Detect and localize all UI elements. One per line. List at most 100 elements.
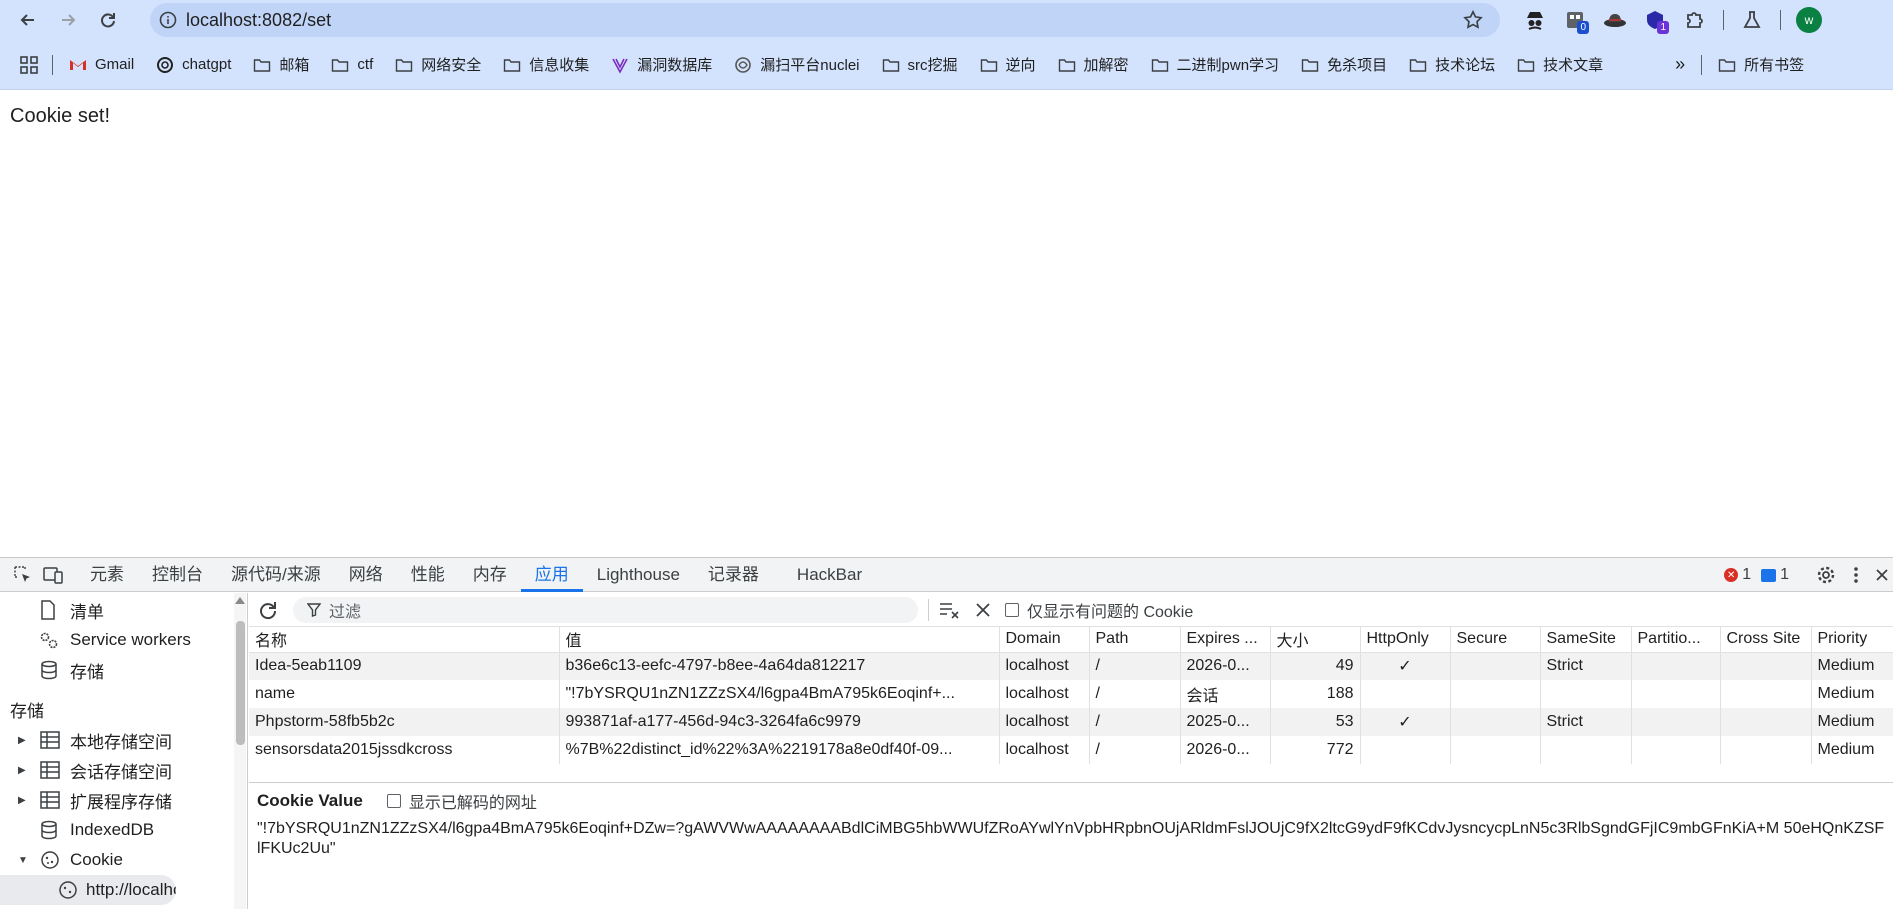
tab-memory[interactable]: 内存	[459, 558, 521, 592]
sidebar-item-session-storage[interactable]: ▶ 会话存储空间	[0, 755, 247, 785]
table-row[interactable]: Idea-5eab1109 b36e6c13-eefc-4797-b8ee-4a…	[249, 652, 1893, 680]
tab-network[interactable]: 网络	[335, 558, 397, 592]
cell-value: b36e6c13-eefc-4797-b8ee-4a64da812217	[559, 652, 1000, 680]
puzzle-icon[interactable]	[1675, 0, 1715, 40]
bookmark-vuln-db[interactable]: 漏洞数据库	[611, 54, 712, 75]
column-header-priority[interactable]: Priority	[1811, 627, 1893, 653]
detective-icon[interactable]	[1515, 0, 1555, 40]
bookmark-folder[interactable]: 加解密	[1058, 54, 1129, 75]
table-row[interactable]: Phpstorm-58fb5b2c 993871af-a177-456d-94c…	[249, 708, 1893, 736]
tab-recorder[interactable]: 记录器	[694, 558, 773, 592]
message-counter[interactable]: 1	[1761, 566, 1789, 584]
bookmark-folder[interactable]: src挖掘	[882, 54, 958, 75]
tab-application[interactable]: 应用	[520, 558, 583, 592]
scroll-up-arrow-icon[interactable]	[235, 597, 245, 604]
table-row[interactable]: sensorsdata2015jssdkcross %7B%22distinct…	[249, 736, 1893, 764]
bookmark-folder[interactable]: 邮箱	[253, 54, 309, 75]
forward-button[interactable]	[48, 0, 88, 40]
counter-icon[interactable]: 0	[1555, 0, 1595, 40]
scrollbar-thumb[interactable]	[236, 621, 245, 745]
expand-arrow-icon[interactable]: ▶	[18, 765, 40, 776]
folder-icon	[1517, 58, 1535, 72]
bookmark-folder[interactable]: 免杀项目	[1301, 54, 1387, 75]
page-content: Cookie set!	[0, 91, 1893, 557]
tab-performance[interactable]: 性能	[397, 558, 459, 592]
tab-lighthouse[interactable]: Lighthouse	[583, 558, 694, 592]
column-header-cross-site[interactable]: Cross Site	[1720, 627, 1812, 653]
sidebar-item-local-storage[interactable]: ▶ 本地存储空间	[0, 725, 247, 755]
table-row[interactable]: name "!7bYSRQU1nZN1ZZzSX4/l6gpa4BmA795k6…	[249, 680, 1893, 708]
show-decoded-toggle[interactable]: 显示已解码的网址	[386, 789, 537, 813]
cookie-filter-input[interactable]: 过滤	[293, 596, 918, 623]
tab-console[interactable]: 控制台	[138, 558, 217, 592]
device-toolbar-icon[interactable]	[38, 558, 68, 592]
hat-icon[interactable]	[1595, 0, 1635, 40]
clear-filtered-icon[interactable]	[939, 601, 961, 619]
column-header-value[interactable]: 值	[559, 627, 1000, 653]
sidebar-item-storage[interactable]: 存储	[0, 655, 247, 685]
cell-value: 993871af-a177-456d-94c3-3264fa6c9979	[559, 708, 1000, 736]
bookmarks-more-button[interactable]: »	[1675, 54, 1685, 75]
delete-all-icon[interactable]	[975, 602, 991, 618]
cell-crosssite	[1720, 736, 1812, 764]
cookie-value-text[interactable]: "!7bYSRQU1nZN1ZZzSX4/l6gpa4BmA795k6Eoqin…	[257, 819, 1887, 859]
show-decoded-checkbox[interactable]	[386, 794, 401, 808]
folder-icon	[396, 58, 413, 72]
error-counter[interactable]: ✕ 1	[1724, 566, 1751, 584]
column-header-path[interactable]: Path	[1089, 627, 1181, 653]
sidebar-item-service-workers[interactable]: Service workers	[0, 625, 247, 655]
sidebar-item-cookie-origin[interactable]: http://localhos	[0, 875, 176, 905]
cell-size: 53	[1270, 708, 1361, 736]
sidebar-item-extension-storage[interactable]: ▶ 扩展程序存储	[0, 785, 247, 815]
site-info-icon[interactable]	[150, 11, 186, 29]
tab-hackbar[interactable]: HackBar	[783, 558, 876, 592]
flask-icon[interactable]	[1732, 0, 1772, 40]
url-text[interactable]: localhost:8082/set	[186, 10, 331, 31]
only-issues-toggle[interactable]: 仅显示有问题的 Cookie	[1005, 598, 1193, 622]
sidebar-item-label: IndexedDB	[70, 820, 155, 839]
shield-extension-icon[interactable]: 1	[1635, 0, 1675, 40]
column-header-name[interactable]: 名称	[249, 627, 560, 653]
close-devtools-icon[interactable]	[1871, 558, 1893, 592]
expand-arrow-icon[interactable]: ▶	[18, 795, 40, 806]
column-header-domain[interactable]: Domain	[999, 627, 1090, 653]
bookmark-nuclei[interactable]: 漏扫平台nuclei	[734, 54, 860, 75]
bookmark-star-icon[interactable]	[1462, 9, 1484, 35]
bookmark-folder[interactable]: 二进制pwn学习	[1151, 54, 1279, 75]
bookmark-folder[interactable]: 技术文章	[1517, 54, 1603, 75]
column-header-samesite[interactable]: SameSite	[1540, 627, 1632, 653]
sidebar-item-indexeddb[interactable]: IndexedDB	[0, 815, 247, 845]
tab-elements[interactable]: 元素	[76, 558, 138, 592]
collapse-arrow-icon[interactable]: ▼	[18, 855, 40, 866]
column-header-expires[interactable]: Expires ...	[1180, 627, 1271, 653]
sidebar-scrollbar[interactable]	[234, 593, 246, 909]
bookmark-chatgpt[interactable]: chatgpt	[156, 56, 231, 74]
only-issues-checkbox[interactable]	[1005, 602, 1019, 617]
back-button[interactable]	[8, 0, 48, 40]
reload-button[interactable]	[88, 0, 128, 40]
settings-gear-icon[interactable]	[1811, 558, 1841, 592]
column-header-secure[interactable]: Secure	[1450, 627, 1541, 653]
bookmark-folder[interactable]: ctf	[331, 56, 373, 74]
refresh-icon[interactable]	[257, 599, 279, 621]
inspect-element-icon[interactable]	[8, 558, 38, 592]
sidebar-item-manifest[interactable]: 清单	[0, 595, 247, 625]
address-bar[interactable]: localhost:8082/set	[150, 3, 1500, 37]
bookmark-folder[interactable]: 网络安全	[395, 54, 481, 75]
expand-arrow-icon[interactable]: ▶	[18, 735, 40, 746]
all-bookmarks-folder[interactable]: 所有书签	[1718, 54, 1804, 75]
more-options-icon[interactable]	[1841, 558, 1871, 592]
profile-button[interactable]: w	[1789, 0, 1829, 40]
sidebar-item-cookie[interactable]: ▼ Cookie	[0, 845, 247, 875]
tab-sources[interactable]: 源代码/来源	[217, 558, 335, 592]
bookmark-folder[interactable]: 逆向	[980, 54, 1036, 75]
bookmark-folder[interactable]: 信息收集	[503, 54, 589, 75]
apps-grid-icon[interactable]	[20, 55, 38, 74]
toolbar-separator	[928, 598, 929, 621]
cell-domain: localhost	[999, 680, 1090, 708]
bookmark-gmail[interactable]: Gmail	[69, 56, 134, 74]
bookmark-folder[interactable]: 技术论坛	[1409, 54, 1495, 75]
column-header-httponly[interactable]: HttpOnly	[1360, 627, 1451, 653]
column-header-partition[interactable]: Partitio...	[1631, 627, 1721, 653]
column-header-size[interactable]: 大小	[1270, 627, 1361, 653]
